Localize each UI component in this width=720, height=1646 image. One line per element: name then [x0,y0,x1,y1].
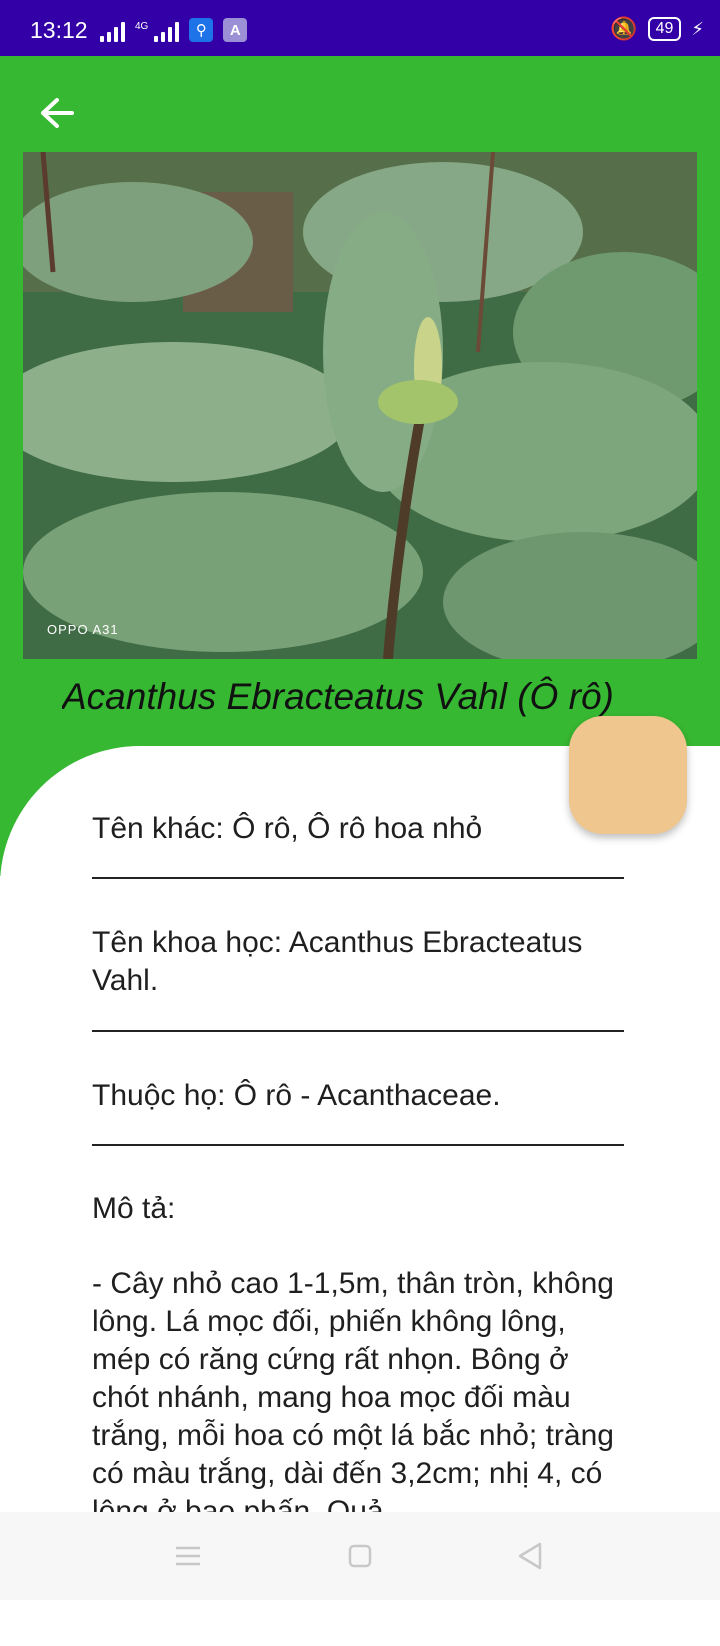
charging-icon: ⚡ [691,18,704,39]
app-notification-icon: A [223,18,248,42]
description-label: Mô tả: [92,1192,176,1225]
back-triangle-icon [518,1542,542,1570]
plant-image [23,152,697,659]
divider [92,1144,624,1146]
status-bar: 13:12 4G ⚲ A 🔕 49 ⚡ [0,0,720,56]
scientific-name: Tên khoa học: Acanthus Ebracteatus Vahl. [92,926,583,997]
arrow-left-icon [41,98,74,128]
other-names: Tên khác: Ô rô, Ô rô hoa nhỏ [92,812,483,845]
status-right-icons: 🔕 49 ⚡ [610,16,704,42]
divider [92,877,624,879]
nav-menu-button[interactable] [166,1534,210,1578]
photo-watermark: OPPO A31 [47,622,119,637]
divider [92,1030,624,1032]
menu-icon [176,1546,200,1566]
nav-back-button[interactable] [508,1534,552,1578]
description-text: - Cây nhỏ cao 1-1,5m, thân tròn, không l… [92,1267,614,1528]
family: Thuộc họ: Ô rô - Acanthaceae. [92,1079,501,1112]
vibrate-mute-icon: 🔕 [610,16,638,41]
back-button[interactable] [32,88,82,138]
usb-icon: ⚲ [189,18,214,42]
status-time: 13:12 [30,17,88,43]
plant-title: Acanthus Ebracteatus Vahl (Ô rô) [62,676,614,717]
signal-icon [100,20,125,42]
plant-photo: OPPO A31 [23,152,697,659]
system-nav-bar [0,1512,720,1600]
battery-icon: 49 [647,17,682,41]
status-left-icons: 4G ⚲ A [100,18,248,42]
nav-home-button[interactable] [338,1534,382,1578]
network-type-label: 4G [135,21,149,32]
home-icon [348,1544,372,1568]
signal-icon-2 [154,20,180,42]
